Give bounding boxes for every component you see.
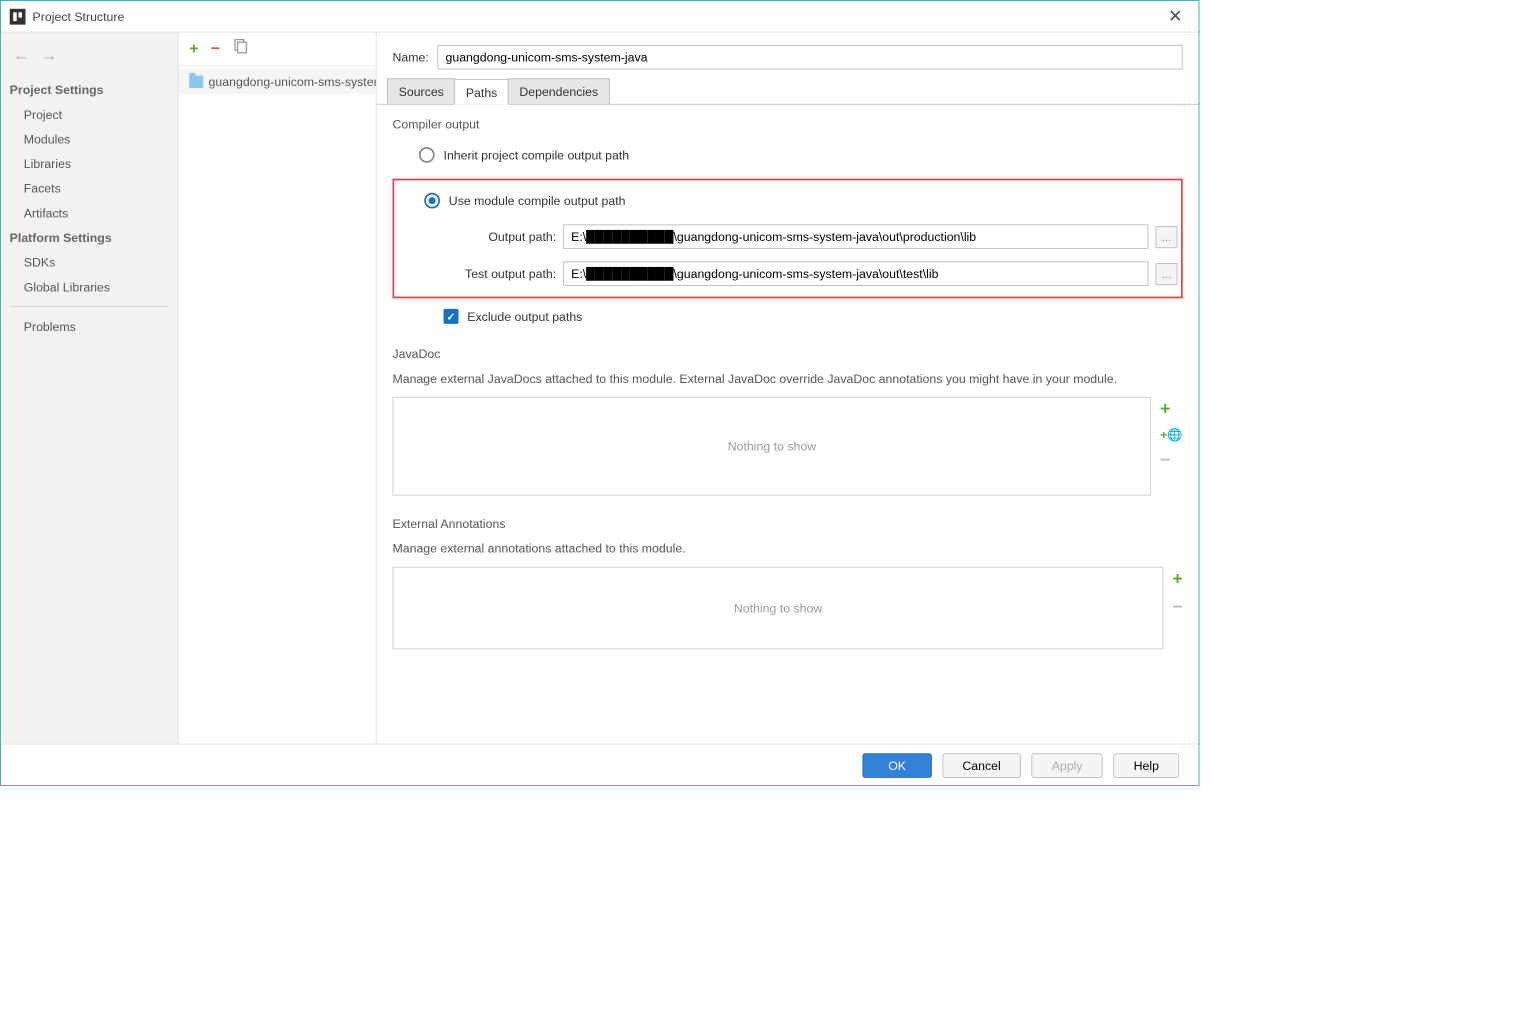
app-icon bbox=[10, 8, 26, 24]
javadoc-list[interactable]: Nothing to show bbox=[392, 397, 1151, 496]
divider bbox=[10, 306, 169, 307]
javadoc-heading: JavaDoc bbox=[392, 347, 1182, 361]
nav-global-libraries[interactable]: Global Libraries bbox=[1, 275, 178, 300]
copy-module-icon[interactable] bbox=[232, 39, 248, 59]
content-panel: Name: Sources Paths Dependencies Compile… bbox=[377, 33, 1199, 744]
add-annotation-icon[interactable]: + bbox=[1172, 570, 1182, 588]
cancel-button[interactable]: Cancel bbox=[942, 753, 1021, 778]
annotations-empty: Nothing to show bbox=[734, 601, 822, 615]
radio-icon bbox=[419, 147, 435, 163]
browse-test-output-button[interactable]: ... bbox=[1156, 263, 1178, 285]
use-module-label: Use module compile output path bbox=[449, 194, 626, 208]
nav-artifacts[interactable]: Artifacts bbox=[1, 201, 178, 226]
radio-checked-icon bbox=[424, 193, 440, 209]
module-name-input[interactable] bbox=[438, 45, 1183, 70]
folder-icon bbox=[189, 76, 203, 88]
remove-annotation-icon[interactable]: − bbox=[1172, 598, 1182, 616]
nav-sdks[interactable]: SDKs bbox=[1, 250, 178, 275]
tab-sources[interactable]: Sources bbox=[387, 78, 455, 104]
inherit-label: Inherit project compile output path bbox=[444, 148, 630, 162]
add-module-icon[interactable]: + bbox=[189, 40, 198, 58]
compiler-output-heading: Compiler output bbox=[392, 117, 1182, 131]
module-list-panel: + − guangdong-unicom-sms-system-java bbox=[179, 33, 377, 744]
ok-button[interactable]: OK bbox=[863, 753, 932, 778]
back-arrow-icon[interactable]: ← bbox=[13, 47, 29, 65]
sidebar-nav: ← → Project Settings Project Modules Lib… bbox=[1, 33, 179, 744]
dialog-footer: OK Cancel Apply Help bbox=[1, 744, 1199, 786]
exclude-checkbox-row[interactable]: ✓ Exclude output paths bbox=[444, 309, 1183, 324]
name-label: Name: bbox=[392, 50, 428, 64]
section-platform-settings: Platform Settings bbox=[1, 225, 178, 250]
nav-facets[interactable]: Facets bbox=[1, 176, 178, 201]
window-title: Project Structure bbox=[33, 9, 125, 23]
apply-button[interactable]: Apply bbox=[1032, 753, 1103, 778]
help-button[interactable]: Help bbox=[1113, 753, 1179, 778]
remove-javadoc-icon[interactable]: − bbox=[1160, 451, 1183, 469]
module-tree-item[interactable]: guangdong-unicom-sms-system-java bbox=[179, 70, 376, 95]
nav-libraries[interactable]: Libraries bbox=[1, 151, 178, 176]
add-javadoc-icon[interactable]: + bbox=[1160, 400, 1183, 418]
add-javadoc-url-icon[interactable]: +🌐 bbox=[1160, 429, 1183, 441]
test-output-path-label: Test output path: bbox=[415, 267, 556, 281]
test-output-path-input[interactable] bbox=[563, 261, 1148, 286]
titlebar: Project Structure ✕ bbox=[1, 1, 1199, 33]
tab-paths[interactable]: Paths bbox=[454, 79, 508, 105]
inherit-radio-row[interactable]: Inherit project compile output path bbox=[419, 147, 1183, 163]
javadoc-empty: Nothing to show bbox=[728, 439, 816, 453]
nav-project[interactable]: Project bbox=[1, 102, 178, 127]
output-path-input[interactable] bbox=[563, 224, 1148, 249]
browse-output-button[interactable]: ... bbox=[1156, 226, 1178, 248]
use-module-radio-row[interactable]: Use module compile output path bbox=[424, 193, 1177, 209]
close-icon[interactable]: ✕ bbox=[1161, 5, 1190, 27]
javadoc-desc: Manage external JavaDocs attached to thi… bbox=[392, 370, 1182, 388]
checkbox-checked-icon: ✓ bbox=[444, 309, 459, 324]
annotations-heading: External Annotations bbox=[392, 517, 1182, 531]
output-path-label: Output path: bbox=[415, 230, 556, 244]
annotations-list[interactable]: Nothing to show bbox=[392, 567, 1163, 650]
section-project-settings: Project Settings bbox=[1, 77, 178, 102]
nav-modules[interactable]: Modules bbox=[1, 127, 178, 152]
exclude-label: Exclude output paths bbox=[467, 309, 582, 323]
module-name: guangdong-unicom-sms-system-java bbox=[209, 75, 376, 89]
nav-problems[interactable]: Problems bbox=[1, 314, 178, 339]
forward-arrow-icon[interactable]: → bbox=[41, 47, 57, 65]
remove-module-icon[interactable]: − bbox=[211, 40, 220, 58]
tab-dependencies[interactable]: Dependencies bbox=[508, 78, 610, 104]
annotations-desc: Manage external annotations attached to … bbox=[392, 539, 1182, 557]
highlight-box: Use module compile output path Output pa… bbox=[392, 179, 1182, 299]
